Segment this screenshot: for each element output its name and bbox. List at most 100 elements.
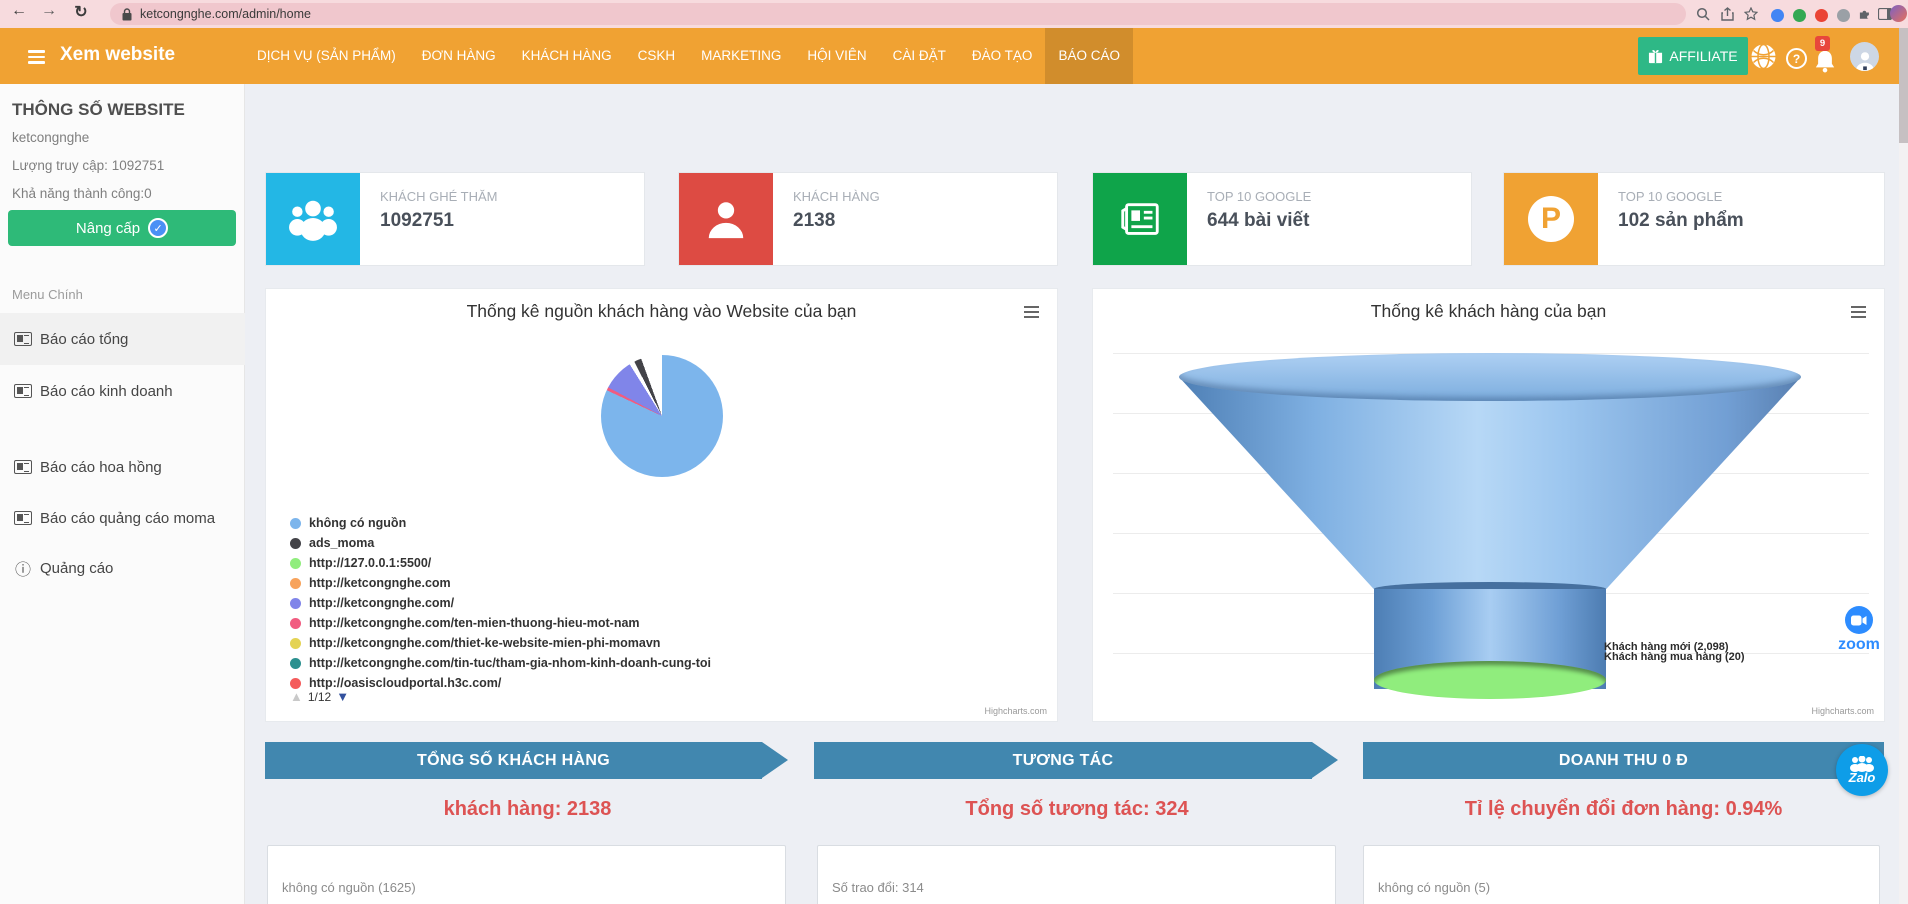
- legend-item[interactable]: http://127.0.0.1:5500/: [290, 553, 711, 573]
- stat-label: TOP 10 GOOGLE: [1618, 189, 1744, 204]
- customers-summary: khách hàng: 2138: [265, 798, 790, 821]
- banner-interactions[interactable]: TƯƠNG TÁC: [814, 742, 1312, 779]
- banner-revenue[interactable]: DOANH THU 0 Đ: [1363, 742, 1884, 779]
- stat-card-articles[interactable]: TOP 10 GOOGLE 644 bài viết: [1092, 172, 1472, 266]
- legend-item[interactable]: http://ketcongnghe.com: [290, 573, 711, 593]
- legend-item[interactable]: http://ketcongnghe.com/tin-tuc/tham-gia-…: [290, 653, 711, 673]
- list-item-label: Số trao đổi: 314: [832, 880, 924, 895]
- list-item-source-orders[interactable]: không có nguồn (5): [1363, 845, 1880, 904]
- pie-chart[interactable]: [601, 355, 723, 477]
- help-icon[interactable]: ?: [1784, 46, 1809, 71]
- sidebar-item-quang-cao[interactable]: ⓘ Quảng cáo: [0, 542, 245, 594]
- stat-card-products[interactable]: P TOP 10 GOOGLE 102 sản phẩm: [1503, 172, 1885, 266]
- list-item-source[interactable]: không có nguồn (1625): [267, 845, 786, 904]
- report-icon: [14, 511, 32, 525]
- legend-dot: [290, 538, 301, 549]
- nav-item-cai-dat[interactable]: CÀI ĐẶT: [880, 28, 959, 84]
- pie-chart-panel: Thống kê nguồn khách hàng vào Website củ…: [265, 288, 1058, 722]
- list-item-exchanges[interactable]: Số trao đổi: 314: [817, 845, 1336, 904]
- search-icon[interactable]: [1694, 5, 1712, 23]
- legend-dot: [290, 678, 301, 689]
- stat-card-visitors[interactable]: KHÁCH GHÉ THĂM 1092751: [265, 172, 645, 266]
- nav-item-marketing[interactable]: MARKETING: [688, 28, 794, 84]
- main-nav-menu: DỊCH VỤ (SẢN PHẨM) ĐƠN HÀNG KHÁCH HÀNG C…: [244, 28, 1133, 84]
- address-bar[interactable]: ketcongnghe.com/admin/home: [110, 3, 1686, 25]
- nav-item-bao-cao[interactable]: BÁO CÁO: [1045, 28, 1133, 84]
- stat-card-customers[interactable]: KHÁCH HÀNG 2138: [678, 172, 1058, 266]
- extension-icon[interactable]: [1812, 5, 1830, 23]
- legend-page-up-icon[interactable]: ▲: [290, 689, 303, 704]
- legend-dot: [290, 578, 301, 589]
- brand-link[interactable]: Xem website: [60, 44, 175, 66]
- zoom-camera-icon: [1845, 606, 1873, 634]
- browser-forward-button[interactable]: →: [38, 2, 60, 20]
- sidebar-item-bao-cao-kinh-doanh[interactable]: Báo cáo kinh doanh: [0, 365, 245, 417]
- legend-page-label: 1/12: [308, 690, 331, 704]
- nav-item-dao-tao[interactable]: ĐÀO TẠO: [959, 28, 1046, 84]
- scrollbar-thumb[interactable]: [1899, 28, 1908, 143]
- lock-icon: [122, 8, 132, 21]
- user-icon: [679, 173, 773, 265]
- legend-item[interactable]: http://ketcongnghe.com/thiet-ke-website-…: [290, 633, 711, 653]
- legend-dot: [290, 598, 301, 609]
- legend-item[interactable]: http://ketcongnghe.com/: [290, 593, 711, 613]
- upgrade-button[interactable]: Nâng cấp ✓: [8, 210, 236, 246]
- legend-item[interactable]: không có nguồn: [290, 513, 711, 533]
- browser-profile-avatar[interactable]: [1889, 4, 1907, 22]
- bookmark-star-icon[interactable]: [1742, 5, 1760, 23]
- top-navbar: Xem website DỊCH VỤ (SẢN PHẨM) ĐƠN HÀNG …: [0, 28, 1908, 84]
- hamburger-menu-icon[interactable]: [28, 50, 45, 67]
- interactions-summary: Tổng số tương tác: 324: [814, 798, 1340, 821]
- chart-menu-icon[interactable]: [1851, 306, 1866, 321]
- sidebar-heading: THÔNG SỐ WEBSITE: [12, 100, 185, 120]
- sidebar-item-bao-cao-hoa-hong[interactable]: Báo cáo hoa hồng: [0, 441, 245, 493]
- browser-back-button[interactable]: ←: [8, 2, 30, 20]
- sidebar-item-bao-cao-tong[interactable]: Báo cáo tổng: [0, 313, 245, 365]
- sidebar: THÔNG SỐ WEBSITE ketcongnghe Lượng truy …: [0, 84, 245, 904]
- zoom-widget[interactable]: zoom: [1828, 606, 1890, 654]
- highcharts-credit[interactable]: Highcharts.com: [1811, 706, 1874, 716]
- legend-page-down-icon[interactable]: ▼: [336, 689, 349, 704]
- extension-icon[interactable]: [1768, 5, 1786, 23]
- legend-item[interactable]: ads_moma: [290, 533, 711, 553]
- globe-icon[interactable]: [1751, 44, 1776, 69]
- stat-value: 102 sản phẩm: [1618, 210, 1744, 232]
- stat-value: 644 bài viết: [1207, 210, 1311, 232]
- menu-heading: Menu Chính: [12, 287, 83, 302]
- nav-item-don-hang[interactable]: ĐƠN HÀNG: [409, 28, 509, 84]
- info-icon: ⓘ: [14, 556, 32, 580]
- chart-menu-icon[interactable]: [1024, 306, 1039, 321]
- nav-item-dich-vu[interactable]: DỊCH VỤ (SẢN PHẨM): [244, 28, 409, 84]
- bell-icon[interactable]: [1812, 48, 1837, 73]
- zalo-wordmark: Zalo: [1849, 772, 1876, 784]
- funnel-cone: [1179, 377, 1801, 589]
- upgrade-label: Nâng cấp: [76, 220, 140, 237]
- extension-icon[interactable]: [1790, 5, 1808, 23]
- puzzle-extensions-icon[interactable]: [1856, 5, 1874, 23]
- newspaper-icon: [1093, 173, 1187, 265]
- report-icon: [14, 332, 32, 346]
- browser-reload-button[interactable]: ↻: [70, 2, 92, 22]
- affiliate-button[interactable]: AFFILIATE: [1638, 37, 1748, 75]
- extension-icon[interactable]: [1834, 5, 1852, 23]
- user-avatar[interactable]: [1850, 42, 1879, 71]
- banner-total-customers[interactable]: TỔNG SỐ KHÁCH HÀNG: [265, 742, 762, 779]
- legend-dot: [290, 658, 301, 669]
- report-icon: [14, 460, 32, 474]
- legend-item[interactable]: http://oasiscloudportal.h3c.com/: [290, 673, 711, 693]
- sidebar-item-label: Báo cáo hoa hồng: [40, 459, 162, 476]
- affiliate-label: AFFILIATE: [1669, 48, 1737, 64]
- nav-item-khach-hang[interactable]: KHÁCH HÀNG: [509, 28, 625, 84]
- url-text: ketcongnghe.com/admin/home: [140, 7, 311, 21]
- users-group-icon: [266, 173, 360, 265]
- highcharts-credit[interactable]: Highcharts.com: [984, 706, 1047, 716]
- scrollbar-track[interactable]: [1899, 28, 1908, 904]
- legend-dot: [290, 518, 301, 529]
- nav-item-hoi-vien[interactable]: HỘI VIÊN: [794, 28, 879, 84]
- nav-item-cskh[interactable]: CSKH: [625, 28, 689, 84]
- conversion-summary: Tỉ lệ chuyển đổi đơn hàng: 0.94%: [1363, 798, 1884, 821]
- sidebar-item-bao-cao-quang-cao-moma[interactable]: Báo cáo quảng cáo moma: [0, 492, 245, 544]
- legend-item[interactable]: http://ketcongnghe.com/ten-mien-thuong-h…: [290, 613, 711, 633]
- zalo-widget[interactable]: Zalo: [1836, 744, 1888, 796]
- share-icon[interactable]: [1718, 5, 1736, 23]
